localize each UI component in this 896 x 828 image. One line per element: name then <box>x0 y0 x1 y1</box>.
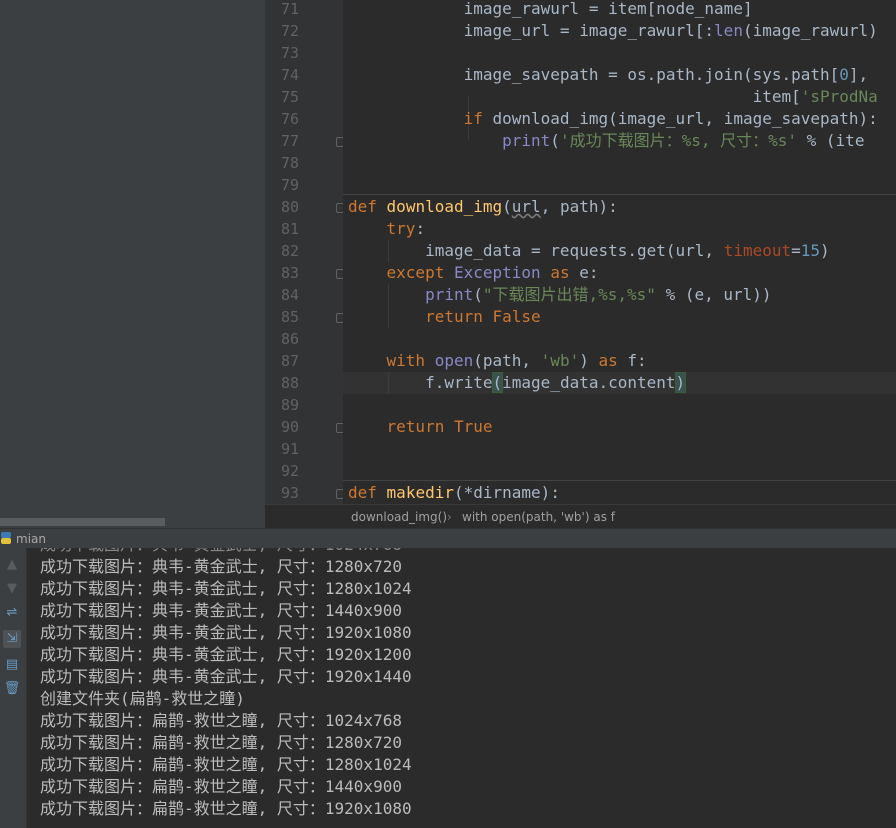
console-line: 成功下载图片：典韦-黄金武士, 尺寸：1440x900 <box>40 601 402 620</box>
run-toolbar: ▲ ▼ ⇌ ⇲ ▤ 🗑 <box>0 548 27 828</box>
code-editor[interactable]: image_rawurl = item[node_name] image_url… <box>343 0 896 504</box>
breadcrumb-separator: › <box>447 510 452 524</box>
code-line: item['sProdNa <box>348 87 878 106</box>
breadcrumb-block[interactable]: with open(path, 'wb') as f <box>462 510 615 524</box>
console-line: 成功下载图片：扁鹊-救世之瞳, 尺寸：1440x900 <box>40 777 402 796</box>
project-panel <box>0 0 265 528</box>
line-number: 90 <box>280 418 299 436</box>
console-line: 创建文件夹(扁鹊-救世之瞳) <box>40 689 245 708</box>
line-number: 92 <box>280 462 299 480</box>
run-tab-mian[interactable]: mian <box>16 532 46 546</box>
line-number: 75 <box>280 88 299 106</box>
line-number: 77 <box>280 132 299 150</box>
code-line: return False <box>425 307 541 326</box>
line-number: 89 <box>280 396 299 414</box>
console-line: 成功下载图片：典韦-黄金武士, 尺寸：1280x1024 <box>40 579 412 598</box>
line-number: 76 <box>280 110 299 128</box>
code-line: with open(path, 'wb') as f: <box>386 351 647 370</box>
python-icon <box>1 532 11 544</box>
scroll-to-end-icon[interactable]: ⇲ <box>3 630 21 648</box>
console-line: 成功下载图片：扁鹊-救世之瞳, 尺寸：1024x768 <box>40 711 402 730</box>
code-line: f.write(image_data.content) <box>348 372 687 393</box>
code-line: return True <box>386 417 493 436</box>
line-number: 84 <box>280 286 299 304</box>
line-number: 81 <box>280 220 299 238</box>
breadcrumb-function[interactable]: download_img() <box>351 510 447 524</box>
down-arrow-icon[interactable]: ▼ <box>3 580 21 598</box>
soft-wrap-icon[interactable]: ⇌ <box>3 604 21 622</box>
console-line: 成功下载图片：扁鹊-救世之瞳, 尺寸：1280x720 <box>40 733 402 752</box>
up-arrow-icon[interactable]: ▲ <box>3 556 21 574</box>
line-number: 85 <box>280 308 299 326</box>
line-number: 79 <box>280 176 299 194</box>
line-number: 74 <box>280 66 299 84</box>
breadcrumb: download_img() › with open(path, 'wb') a… <box>265 504 896 529</box>
code-line: try: <box>386 219 426 238</box>
console-line: 成功下载图片：典韦-黄金武士, 尺寸：1280x720 <box>40 557 402 576</box>
line-number: 86 <box>280 330 299 348</box>
run-panel-header: mian <box>0 528 896 549</box>
line-number: 93 <box>280 484 299 502</box>
code-line: image_url = image_rawurl[:len(image_rawu… <box>348 21 878 40</box>
code-line: print('成功下载图片：%s, 尺寸：%s' % (ite <box>502 131 865 150</box>
console-line: 成功下载图片：扁鹊-救世之瞳, 尺寸：1920x1080 <box>40 799 412 818</box>
horizontal-scrollbar[interactable] <box>0 518 165 526</box>
console-line: 成功下载图片：典韦-黄金武士, 尺寸：1920x1080 <box>40 623 412 642</box>
line-number: 83 <box>280 264 299 282</box>
code-line: image_savepath = os.path.join(sys.path[0… <box>348 65 869 84</box>
method-separator <box>343 480 896 481</box>
code-line: except Exception as e: <box>386 263 599 282</box>
console-line: 成功下载图片：扁鹊-救世之瞳, 尺寸：1280x1024 <box>40 755 412 774</box>
code-line: if download_img(image_url, image_savepat… <box>463 109 878 128</box>
code-line: print("下载图片出错,%s,%s" % (e, url)) <box>425 285 772 304</box>
trash-icon[interactable]: 🗑 <box>3 680 21 698</box>
code-line: image_rawurl = item[node_name] <box>348 0 753 18</box>
line-number: 82 <box>280 242 299 260</box>
line-number: 91 <box>280 440 299 458</box>
console-line: 成功下载图片：典韦-黄金武士, 尺寸：1920x1200 <box>40 645 412 664</box>
line-number: 71 <box>280 0 299 18</box>
console-line: 成功下载图片：典韦-黄金武士, 尺寸：1920x1440 <box>40 667 412 686</box>
line-number: 78 <box>280 154 299 172</box>
code-line: image_data = requests.get(url, timeout=1… <box>348 241 830 260</box>
code-line: def makedir(*dirname): <box>348 483 560 502</box>
line-number: 73 <box>280 44 299 62</box>
console-output[interactable]: 成功下载图片：典韦-黄金武士, 尺寸：1024x768 成功下载图片：典韦-黄金… <box>27 548 896 828</box>
code-line: def download_img(url, path): <box>348 197 618 216</box>
method-separator <box>343 194 896 195</box>
line-number: 72 <box>280 22 299 40</box>
console-line-partial: 成功下载图片：典韦-黄金武士, 尺寸：1024x768 <box>40 548 402 556</box>
print-icon[interactable]: ▤ <box>3 656 21 674</box>
line-number: 87 <box>280 352 299 370</box>
line-number: 88 <box>280 374 299 392</box>
line-number: 80 <box>280 198 299 216</box>
